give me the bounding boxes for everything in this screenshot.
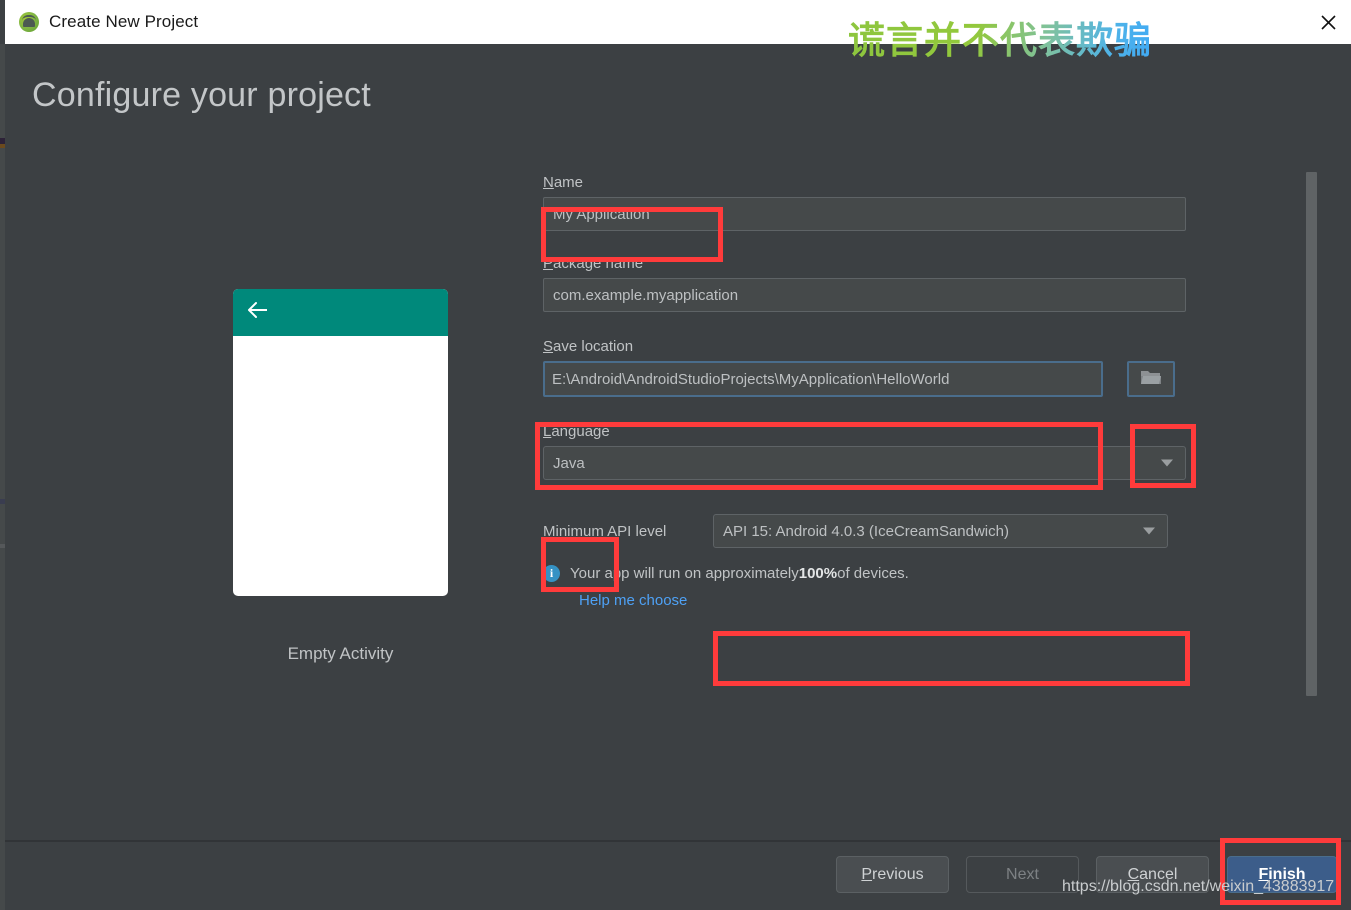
field-save-location: Save location E:\Android\AndroidStudioPr… — [543, 338, 1191, 397]
language-value: Java — [553, 454, 585, 472]
min-api-value: API 15: Android 4.0.3 (IceCreamSandwich) — [723, 522, 1009, 540]
language-label: Language — [543, 423, 610, 440]
field-min-api-level: Minimum API level API 15: Android 4.0.3 … — [543, 514, 1191, 548]
folder-icon — [1140, 368, 1162, 391]
finish-button[interactable]: Finish — [1227, 856, 1337, 893]
preview-template-label: Empty Activity — [287, 644, 394, 663]
field-language: Language Java — [543, 423, 1191, 480]
dialog-footer: Previous Next Cancel Finish — [5, 842, 1351, 910]
package-name-input[interactable]: com.example.myapplication — [543, 278, 1186, 312]
previous-button[interactable]: Previous — [836, 856, 949, 893]
devices-coverage-note: i Your app will run on approximately 100… — [543, 565, 1191, 582]
field-name: Name My Application — [543, 174, 1191, 231]
min-api-label: Minimum API level — [543, 522, 667, 540]
template-preview: Empty Activity — [233, 289, 448, 664]
devices-note-percent: 100% — [798, 565, 838, 582]
window-title: Create New Project — [49, 12, 199, 31]
package-name-label: Package name — [543, 255, 644, 272]
scrollbar-thumb[interactable] — [1306, 172, 1317, 696]
cancel-button[interactable]: Cancel — [1096, 856, 1209, 893]
preview-card — [233, 289, 448, 596]
close-icon[interactable] — [1305, 0, 1351, 44]
info-icon: i — [543, 565, 560, 582]
preview-appbar — [233, 289, 448, 336]
language-select[interactable]: Java — [543, 446, 1186, 480]
vertical-scrollbar[interactable] — [1306, 172, 1317, 740]
back-arrow-icon — [246, 300, 270, 325]
name-input[interactable]: My Application — [543, 197, 1186, 231]
chevron-down-icon — [1161, 459, 1173, 467]
dialog-body: Configure your project Empty Activity Na… — [5, 44, 1351, 840]
android-studio-icon — [19, 12, 39, 32]
devices-note-prefix: Your app will run on approximately — [570, 565, 799, 582]
browse-folder-button[interactable] — [1127, 361, 1175, 397]
next-button: Next — [966, 856, 1079, 893]
page-title: Configure your project — [32, 76, 371, 114]
chevron-down-icon — [1143, 527, 1155, 535]
create-new-project-dialog: Create New Project 谎言并不代表欺骗 Configure yo… — [0, 0, 1351, 910]
project-form: Name My Application Package name com.exa… — [543, 174, 1191, 609]
min-api-select[interactable]: API 15: Android 4.0.3 (IceCreamSandwich) — [713, 514, 1168, 548]
help-me-choose-link[interactable]: Help me choose — [579, 592, 1191, 609]
field-package-name: Package name com.example.myapplication — [543, 255, 1191, 312]
save-location-label: Save location — [543, 338, 634, 355]
name-label: Name — [543, 174, 584, 191]
save-location-input[interactable]: E:\Android\AndroidStudioProjects\MyAppli… — [543, 361, 1103, 397]
title-bar: Create New Project — [5, 0, 1351, 44]
devices-note-suffix: of devices. — [837, 565, 909, 582]
